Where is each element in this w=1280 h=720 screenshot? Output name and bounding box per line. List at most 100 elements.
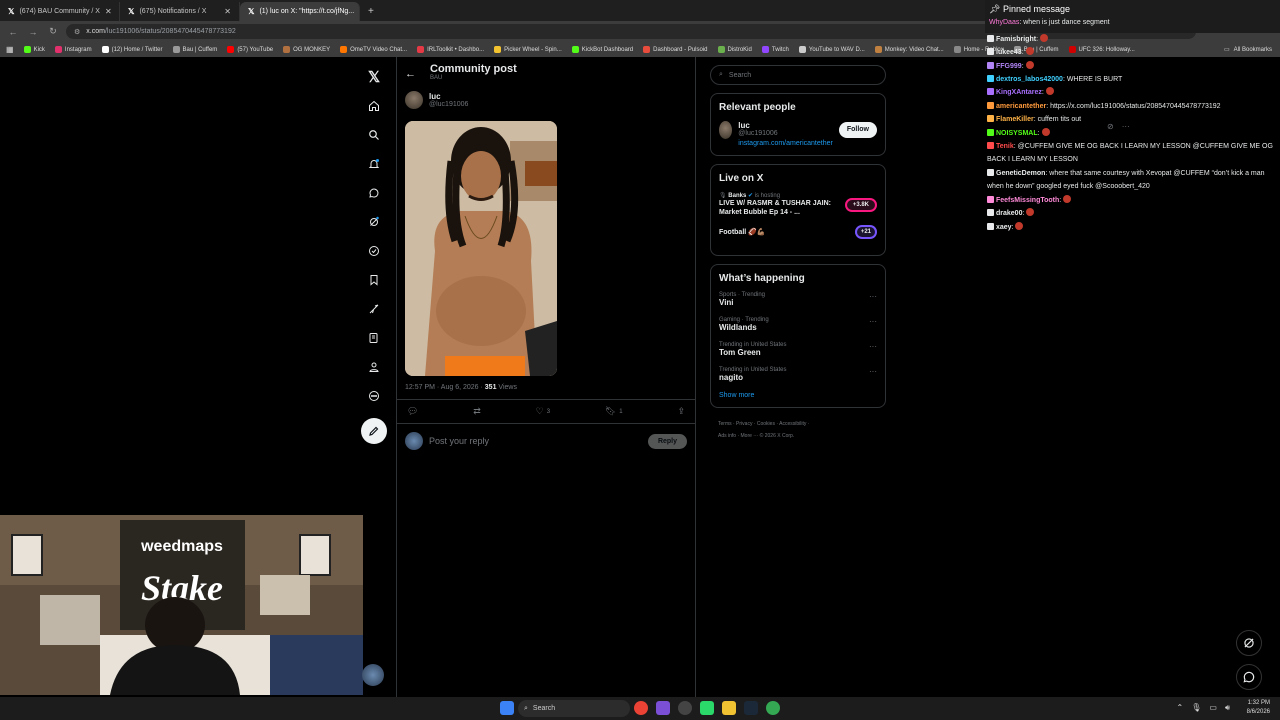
bookmark-item[interactable]: IRLToolkit • Dashbo... — [417, 46, 484, 53]
avatar[interactable] — [405, 91, 423, 109]
footer-line[interactable]: Ads info · More ··· © 2026 X Corp. — [718, 430, 886, 442]
volume-icon[interactable]: 🔊︎ — [1225, 703, 1230, 713]
site-info-icon[interactable]: ⚙ — [74, 28, 80, 36]
bookmark-item[interactable]: OG MONKEY — [283, 46, 330, 53]
repost-button[interactable]: ⇄ — [473, 406, 481, 417]
bookmark-item[interactable]: Dashboard - Pulsoid — [643, 46, 708, 53]
bookmark-item[interactable]: (12) Home / Twitter — [101, 46, 163, 53]
relevant-person[interactable]: luc @luc191006 instagram.com/americantet… — [719, 121, 877, 147]
new-tab-button[interactable]: + — [360, 2, 382, 21]
tab-community[interactable]: 𝕏 (674) BAU Community / X ✕ — [0, 2, 120, 21]
reply-submit-button[interactable]: Reply — [647, 433, 687, 449]
taskbar-search[interactable]: ⌕ Search — [518, 700, 630, 717]
bookmark-item[interactable]: Kick — [23, 46, 45, 53]
search-input[interactable]: ⌕ Search — [710, 65, 886, 85]
network-icon[interactable]: ▭ — [1209, 703, 1217, 713]
more-options-icon[interactable]: ··· — [869, 317, 877, 332]
chevron-up-icon[interactable]: ⌃ — [1177, 703, 1184, 713]
bookmark-item[interactable]: (57) YouTube — [227, 46, 273, 53]
obs-icon[interactable] — [678, 701, 692, 715]
live-item[interactable]: 🎙 Banks ✔ is hosting LIVE W/ RASMR & TUS… — [719, 192, 877, 217]
apps-icon[interactable]: ▦ — [6, 45, 14, 54]
bookmark-button[interactable]: 🔖︎ 1 — [605, 406, 623, 417]
windows-start-icon[interactable] — [500, 701, 514, 715]
more-icon[interactable] — [362, 381, 386, 410]
chat-username[interactable]: FFG999 — [996, 63, 1022, 70]
chat-username[interactable]: drake00 — [996, 210, 1022, 217]
trend-item[interactable]: Trending in United States nagito ··· — [719, 367, 877, 382]
live-item[interactable]: Football 🏈💪🏽 +21 — [719, 225, 877, 239]
community-name[interactable]: BAU — [430, 75, 517, 81]
bookmark-item[interactable]: KickBot Dashboard — [571, 46, 633, 53]
messages-icon[interactable] — [362, 178, 386, 207]
reply-input[interactable]: Post your reply — [429, 436, 489, 446]
x-logo-icon[interactable]: 𝕏 — [362, 62, 386, 91]
chat-username[interactable]: KingXAntarez — [996, 89, 1042, 96]
chat-username[interactable]: GeneticDemon — [996, 170, 1045, 177]
post-image[interactable] — [405, 121, 557, 376]
microphone-icon[interactable]: 🎙︎ — [1191, 703, 1201, 713]
premium-icon[interactable] — [362, 294, 386, 323]
like-button[interactable]: ♡ 3 — [536, 406, 550, 417]
trend-item[interactable]: Trending in United States Tom Green ··· — [719, 342, 877, 357]
tab-post[interactable]: 𝕏 (1) luc on X: "https://t.co/jfNg... ✕ — [240, 2, 360, 21]
notifications-icon[interactable] — [362, 149, 386, 178]
more-options-icon[interactable]: ··· — [869, 342, 877, 357]
post-timestamp[interactable]: 12:57 PM · Aug 6, 2026 · — [405, 384, 485, 391]
account-avatar[interactable] — [362, 664, 384, 686]
reply-button[interactable]: 💬︎ — [407, 406, 418, 417]
app-icon[interactable] — [700, 701, 714, 715]
close-icon[interactable]: ✕ — [224, 7, 231, 16]
author-name[interactable]: luc — [429, 92, 468, 101]
chat-username[interactable]: NOISYSMAL — [996, 130, 1038, 137]
bookmarks-icon[interactable] — [362, 265, 386, 294]
bookmark-item[interactable]: Monkey: Video Chat... — [874, 46, 944, 53]
author-handle[interactable]: @luc191006 — [429, 101, 468, 108]
chat-username[interactable]: lukee43 — [996, 49, 1022, 56]
bookmark-item[interactable]: DistroKid — [717, 46, 752, 53]
reload-icon[interactable]: ↻ — [46, 26, 60, 37]
chat-username[interactable]: Tenik — [996, 143, 1014, 150]
clock[interactable]: 1:32 PM 8/6/2026 — [1247, 699, 1270, 717]
discord-icon[interactable] — [656, 701, 670, 715]
chat-username[interactable]: xaey — [996, 224, 1012, 231]
avatar[interactable] — [719, 121, 733, 139]
share-button[interactable]: ⇪ — [677, 406, 685, 417]
trend-item[interactable]: Gaming · Trending Wildlands ··· — [719, 317, 877, 332]
steam-icon[interactable] — [744, 701, 758, 715]
bookmark-item[interactable]: Instagram — [54, 46, 92, 53]
communities-icon[interactable] — [362, 236, 386, 265]
chat-username[interactable]: americantether — [996, 103, 1046, 110]
bookmark-item[interactable]: Picker Wheel - Spin... — [494, 46, 562, 53]
person-bio-link[interactable]: instagram.com/americantether — [738, 140, 833, 147]
more-options-icon[interactable]: ··· — [869, 367, 877, 382]
search-icon[interactable] — [362, 120, 386, 149]
close-icon[interactable]: ✕ — [105, 7, 112, 16]
profile-icon[interactable] — [362, 352, 386, 381]
grok-icon[interactable] — [362, 207, 386, 236]
show-more-link[interactable]: Show more — [719, 392, 877, 399]
chat-username[interactable]: Famisbright — [996, 36, 1036, 43]
bookmark-item[interactable]: OmeTV Video Chat... — [340, 46, 407, 53]
grok-button[interactable] — [1236, 630, 1262, 656]
back-arrow-icon[interactable]: ← — [405, 68, 416, 80]
file-explorer-icon[interactable] — [722, 701, 736, 715]
bookmark-item[interactable]: Bau | Cuffem — [172, 46, 217, 53]
forward-icon[interactable]: → — [26, 27, 40, 37]
more-options-icon[interactable]: ··· — [869, 292, 877, 307]
home-icon[interactable] — [362, 91, 386, 120]
lists-icon[interactable] — [362, 323, 386, 352]
follow-button[interactable]: Follow — [838, 122, 877, 138]
back-icon[interactable]: ← — [6, 27, 20, 37]
chat-username[interactable]: FlameKiller — [996, 116, 1034, 123]
messages-button[interactable] — [1236, 664, 1262, 690]
chrome-icon[interactable] — [634, 701, 648, 715]
chat-username[interactable]: FeefsMissingTooth — [996, 197, 1059, 204]
compose-post-button[interactable] — [361, 418, 387, 444]
bookmark-item[interactable]: YouTube to WAV D... — [798, 46, 865, 53]
footer-line[interactable]: Terms · Privacy · Cookies · Accessibilit… — [718, 418, 886, 430]
tab-notifications[interactable]: 𝕏 (675) Notifications / X ✕ — [120, 2, 240, 21]
bookmark-item[interactable]: Twitch — [761, 46, 789, 53]
person-name[interactable]: luc — [738, 121, 833, 130]
chat-username[interactable]: dextros_labos42000 — [996, 76, 1063, 83]
